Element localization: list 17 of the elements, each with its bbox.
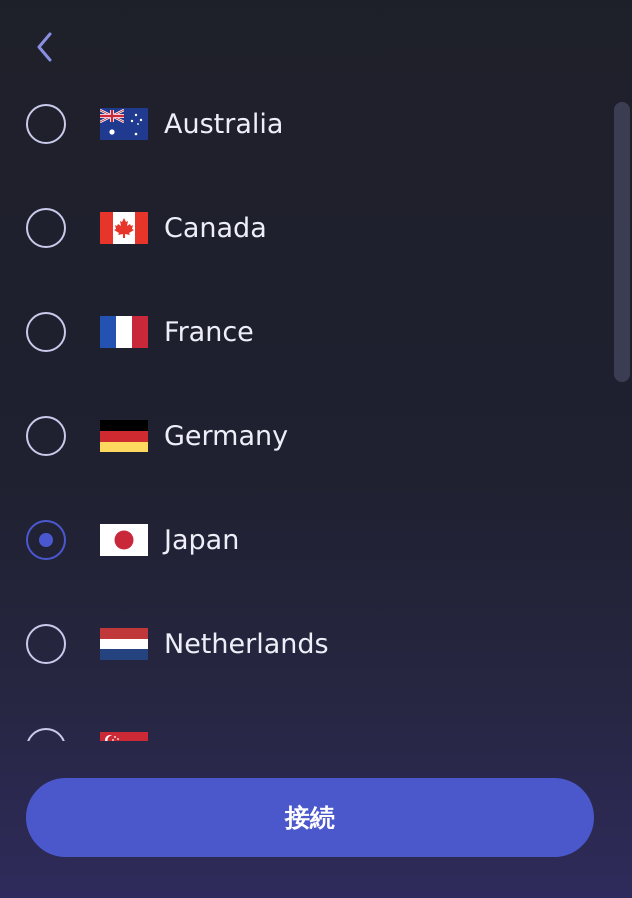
country-name: Canada [164, 212, 267, 244]
country-name: Australia [164, 108, 284, 140]
flag-icon [100, 212, 148, 244]
scrollbar-thumb[interactable] [614, 102, 630, 382]
flag-icon [100, 420, 148, 452]
flag-icon [100, 524, 148, 556]
flag-icon [100, 316, 148, 348]
country-name: Netherlands [164, 628, 329, 660]
back-button[interactable] [36, 32, 52, 62]
flag-icon [100, 108, 148, 140]
connect-button[interactable]: 接続 [26, 778, 594, 857]
flag-icon [100, 628, 148, 660]
radio-button[interactable] [26, 520, 66, 560]
country-name: Germany [164, 420, 288, 452]
country-name: France [164, 316, 254, 348]
country-name: Japan [164, 524, 240, 556]
chevron-left-icon [36, 32, 52, 62]
